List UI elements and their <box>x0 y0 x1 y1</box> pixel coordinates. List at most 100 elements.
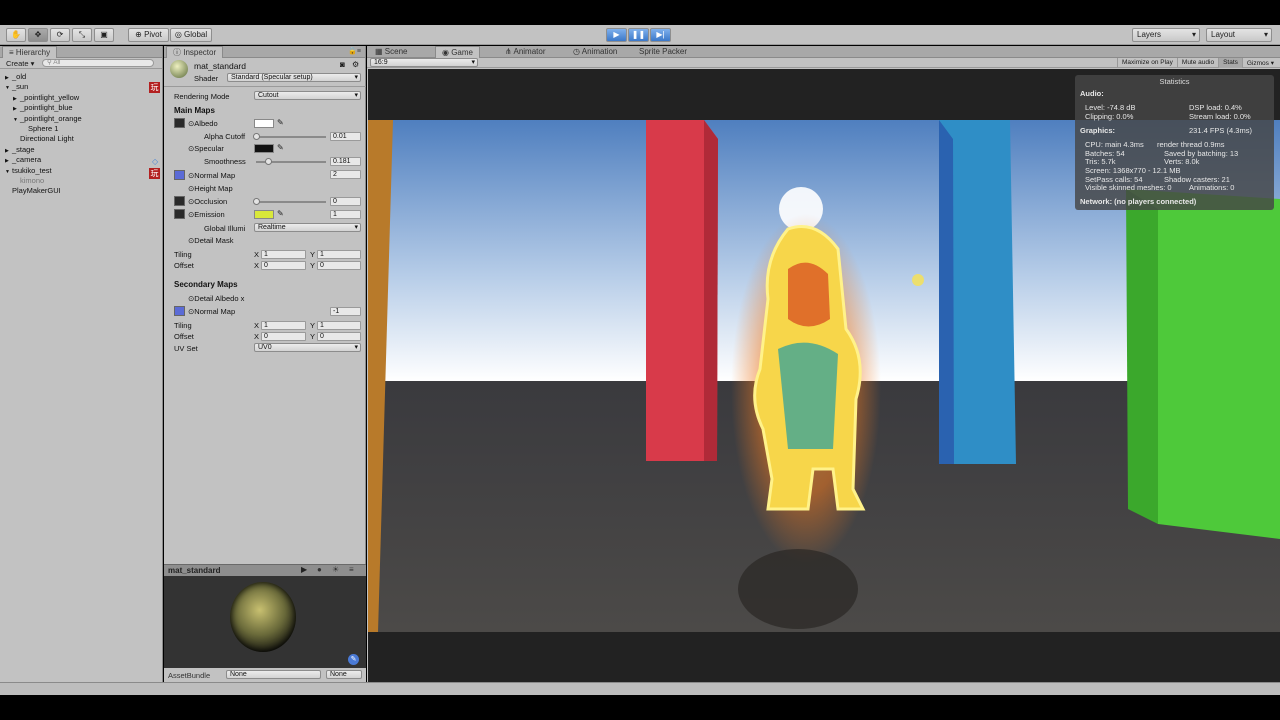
help-icon[interactable]: ◙ <box>340 60 345 69</box>
expand-arrow-icon[interactable]: ▼ <box>5 169 12 175</box>
gear-icon[interactable]: ⚙ <box>352 60 359 69</box>
smoothness-field[interactable]: 0.181 <box>330 157 361 166</box>
global-toggle[interactable]: ◎ Global <box>170 28 212 42</box>
pivot-toggle[interactable]: ⊕ Pivot <box>128 28 169 42</box>
hierarchy-search-input[interactable]: ⚲ All <box>42 59 154 67</box>
hierarchy-item[interactable]: Directional Light <box>13 134 74 143</box>
normal-map-texture-slot[interactable] <box>174 170 185 180</box>
tab-animator[interactable]: ⋔ Animator <box>499 46 552 58</box>
playmaker-badge-icon[interactable]: 玩 <box>149 82 160 93</box>
stats-toggle[interactable]: Stats <box>1218 58 1242 68</box>
global-illum-dropdown[interactable]: Realtime ▾ <box>254 223 361 232</box>
shader-dropdown[interactable]: Standard (Specular setup) ▾ <box>227 73 361 82</box>
material-preview-area[interactable]: ✎ <box>164 576 366 668</box>
tab-hierarchy[interactable]: ≡ Hierarchy <box>2 46 58 58</box>
hierarchy-item[interactable]: ▶ _camera <box>5 155 41 164</box>
hierarchy-item[interactable]: ▶ _pointlight_yellow <box>13 93 79 102</box>
maximize-on-play-toggle[interactable]: Maximize on Play <box>1116 58 1177 68</box>
pause-button[interactable]: ❚❚ <box>628 28 649 42</box>
emission-field[interactable]: 1 <box>330 210 361 219</box>
preview-menu-icon[interactable]: ≡ <box>349 565 354 574</box>
preview-sphere-icon[interactable]: ● <box>317 565 322 574</box>
tiling-y-field[interactable]: 1 <box>317 250 361 259</box>
smoothness-knob[interactable] <box>265 158 272 165</box>
play-button[interactable]: ▶ <box>606 28 627 42</box>
tiling2-y-label: Y <box>310 321 316 330</box>
hand-tool-icon[interactable]: ✋ <box>6 28 26 42</box>
rect-tool-icon[interactable]: ▣ <box>94 28 114 42</box>
assetbundle-dropdown[interactable]: None <box>226 670 321 679</box>
scale-tool-icon[interactable]: ⤡ <box>72 28 92 42</box>
tab-game[interactable]: ◉ Game <box>435 46 480 58</box>
tiling2-x-field[interactable]: 1 <box>261 321 306 330</box>
expand-arrow-icon[interactable]: ▼ <box>13 117 20 123</box>
normal-map2-texture-slot[interactable] <box>174 306 185 316</box>
tab-inspector[interactable]: ⓘ Inspector <box>166 46 224 58</box>
normal-map2-field[interactable]: -1 <box>330 307 361 316</box>
step-button[interactable]: ▶| <box>650 28 671 42</box>
rendering-mode-dropdown[interactable]: Cutout ▾ <box>254 91 361 100</box>
move-tool-icon[interactable]: ✥ <box>28 28 48 42</box>
expand-arrow-icon[interactable]: ▶ <box>13 106 20 112</box>
expand-arrow-icon[interactable]: ▶ <box>5 148 12 154</box>
occlusion-texture-slot[interactable] <box>174 196 185 206</box>
shader-label: Shader <box>194 74 219 83</box>
emission-color-swatch[interactable] <box>254 210 274 219</box>
lock-icon[interactable]: 🔒≡ <box>348 47 361 55</box>
create-dropdown[interactable]: Create ▾ <box>6 59 34 68</box>
hierarchy-item[interactable]: ▶ _old <box>5 72 26 81</box>
hierarchy-item[interactable]: ▶ _stage <box>5 145 35 154</box>
occlusion-field[interactable]: 0 <box>330 197 361 206</box>
aspect-dropdown[interactable]: 16:9 ▾ <box>370 58 478 67</box>
hierarchy-item[interactable]: ▼ _sun <box>5 82 28 91</box>
hierarchy-item[interactable]: kimono <box>13 176 44 185</box>
occlusion-slider[interactable] <box>256 201 326 203</box>
offset2-x-field[interactable]: 0 <box>261 332 306 341</box>
playmaker-badge-icon[interactable]: 玩 <box>149 168 160 179</box>
hierarchy-item[interactable]: ▼ _pointlight_orange <box>13 114 82 123</box>
normal-map2-label: Normal Map <box>194 307 236 316</box>
expand-arrow-icon[interactable]: ▶ <box>13 96 20 102</box>
hierarchy-item[interactable]: ▶ _pointlight_blue <box>13 103 73 112</box>
detail-mask-row: ⊙Detail Mask <box>188 236 233 245</box>
albedo-color-swatch[interactable] <box>254 119 274 128</box>
emission-texture-slot[interactable] <box>174 209 185 219</box>
tab-animation[interactable]: ◷ Animation <box>567 46 623 58</box>
eyedropper-icon[interactable]: ✎ <box>277 209 284 218</box>
hierarchy-item[interactable]: Sphere 1 <box>21 124 58 133</box>
tab-scene[interactable]: ▦ Scene <box>369 46 413 58</box>
layout-dropdown[interactable]: Layout ▾ <box>1206 28 1272 42</box>
layers-dropdown[interactable]: Layers ▾ <box>1132 28 1200 42</box>
expand-arrow-icon[interactable]: ▶ <box>5 158 12 164</box>
mute-audio-toggle[interactable]: Mute audio <box>1176 58 1218 68</box>
specular-color-swatch[interactable] <box>254 144 274 153</box>
expand-arrow-icon[interactable]: ▼ <box>5 85 12 91</box>
offset-y-field[interactable]: 0 <box>317 261 361 270</box>
normal-map-field[interactable]: 2 <box>330 170 361 179</box>
eyedropper-icon[interactable]: ✎ <box>277 143 284 152</box>
tiling2-y-field[interactable]: 1 <box>317 321 361 330</box>
occlusion-knob[interactable] <box>253 198 260 205</box>
hierarchy-item-label: _camera <box>12 155 42 165</box>
gizmos-dropdown[interactable]: Gizmos ▾ <box>1241 58 1278 68</box>
hierarchy-item[interactable]: ▼ tsukiko_test <box>5 166 52 175</box>
alpha-cutoff-slider[interactable] <box>256 136 326 138</box>
offset2-y-field[interactable]: 0 <box>317 332 361 341</box>
albedo-texture-slot[interactable] <box>174 118 185 128</box>
expand-arrow-icon[interactable]: ▶ <box>5 75 12 81</box>
alpha-cutoff-field[interactable]: 0.01 <box>330 132 361 141</box>
preview-settings-icon[interactable]: ✎ <box>348 654 359 665</box>
emission-label: Emission <box>194 210 225 219</box>
uv-set-dropdown[interactable]: UV0 ▾ <box>254 343 361 352</box>
eyedropper-icon[interactable]: ✎ <box>277 118 284 127</box>
offset-x-field[interactable]: 0 <box>261 261 306 270</box>
tiling-x-field[interactable]: 1 <box>261 250 306 259</box>
assetbundle-variant-dropdown[interactable]: None <box>326 670 362 679</box>
preview-light-icon[interactable]: ☀ <box>332 565 339 574</box>
preview-play-icon[interactable]: ▶ <box>301 565 307 574</box>
alpha-cutoff-knob[interactable] <box>253 133 260 140</box>
hierarchy-item[interactable]: PlayMakerGUI <box>5 186 61 195</box>
hierarchy-item-label: PlayMakerGUI <box>12 186 61 196</box>
tab-sprite-packer[interactable]: Sprite Packer <box>633 46 693 58</box>
rotate-tool-icon[interactable]: ⟳ <box>50 28 70 42</box>
